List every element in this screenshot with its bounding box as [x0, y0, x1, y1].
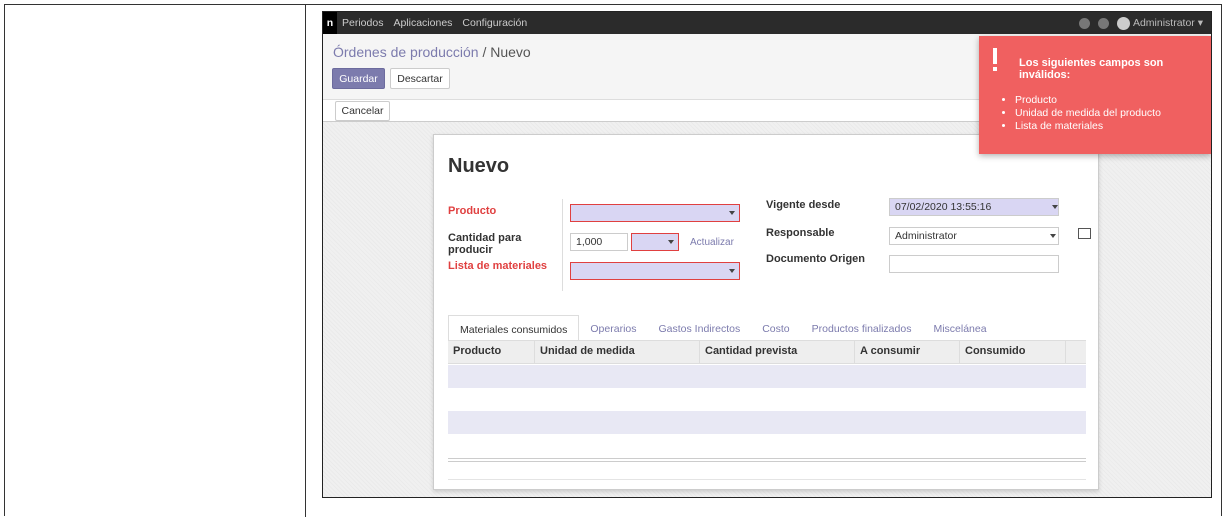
list-item: Lista de materiales [1015, 120, 1161, 133]
menu-configuracion[interactable]: Configuración [457, 17, 532, 29]
at-icon[interactable] [1078, 17, 1090, 29]
breadcrumb: Órdenes de producción / Nuevo [333, 44, 531, 60]
column-header[interactable]: Unidad de medida [535, 341, 700, 363]
invalid-fields-list: Producto Unidad de medida del producto L… [1003, 94, 1161, 133]
quantity-label: Cantidad para producir [448, 232, 522, 256]
cancel-button[interactable]: Cancelar [335, 101, 390, 121]
breadcrumb-separator: / [482, 44, 487, 60]
avatar[interactable] [1116, 16, 1130, 30]
chat-icon[interactable] [1097, 17, 1109, 29]
product-select[interactable] [570, 204, 740, 222]
validation-error-notification[interactable]: Los siguientes campos son inválidos: Pro… [979, 36, 1211, 154]
notebook-tabs: Materiales consumidos Operarios Gastos I… [448, 315, 998, 341]
quantity-input[interactable]: 1,000 [570, 233, 628, 251]
table-header: Producto Unidad de medida Cantidad previ… [448, 341, 1086, 364]
chevron-down-icon [729, 211, 735, 215]
responsible-field[interactable]: Administrator [889, 227, 1059, 245]
valid-from-field[interactable]: 07/02/2020 13:55:16 [889, 198, 1059, 216]
column-divider [562, 199, 563, 291]
odoo-window: n Periodos Aplicaciones Configuración Ad… [322, 11, 1212, 498]
tab-miscelanea[interactable]: Miscelánea [922, 315, 997, 341]
column-header-empty [1066, 341, 1086, 363]
responsible-label: Responsable [766, 227, 835, 239]
tab-gastos-indirectos[interactable]: Gastos Indirectos [648, 315, 752, 341]
exclamation-icon [993, 48, 997, 64]
chevron-down-icon [668, 240, 674, 244]
update-link[interactable]: Actualizar [690, 237, 734, 248]
origin-input[interactable] [889, 255, 1059, 273]
breadcrumb-parent[interactable]: Órdenes de producción [333, 44, 479, 60]
column-header[interactable]: Consumido [960, 341, 1066, 363]
column-header[interactable]: Cantidad prevista [700, 341, 855, 363]
list-item: Producto [1015, 94, 1161, 107]
tab-operarios[interactable]: Operarios [579, 315, 647, 341]
exclamation-dot [993, 67, 997, 71]
discard-button[interactable]: Descartar [390, 68, 450, 89]
column-header[interactable]: A consumir [855, 341, 960, 363]
table-column-divider [305, 5, 306, 517]
top-navbar: n Periodos Aplicaciones Configuración Ad… [323, 12, 1211, 34]
bom-label: Lista de materiales [448, 260, 548, 272]
column-header[interactable]: Producto [448, 341, 535, 363]
breadcrumb-current: Nuevo [490, 44, 531, 60]
chevron-down-icon [1050, 234, 1056, 238]
user-menu[interactable]: Administrator ▾ [1133, 17, 1203, 29]
save-button[interactable]: Guardar [332, 68, 385, 89]
app-logo[interactable]: n [323, 12, 337, 34]
tab-costo[interactable]: Costo [751, 315, 800, 341]
table-row [448, 411, 1086, 434]
tab-materiales-consumidos[interactable]: Materiales consumidos [448, 315, 580, 341]
table-row [448, 434, 1086, 457]
bom-select[interactable] [570, 262, 740, 280]
chevron-down-icon [1052, 205, 1058, 209]
external-link-icon[interactable] [1078, 228, 1091, 239]
list-item: Unidad de medida del producto [1015, 107, 1161, 120]
table-bottom-line [448, 479, 1086, 480]
tab-productos-finalizados[interactable]: Productos finalizados [801, 315, 923, 341]
table-footer-line [448, 461, 1086, 462]
valid-from-label: Vigente desde [766, 199, 841, 211]
menu-aplicaciones[interactable]: Aplicaciones [388, 17, 457, 29]
form-content-area: Nuevo Producto Cantidad para producir 1,… [323, 122, 1211, 497]
chevron-down-icon [729, 269, 735, 273]
table-row [448, 365, 1086, 388]
table-footer-line [448, 458, 1086, 459]
origin-label: Documento Origen [766, 253, 866, 265]
uom-select[interactable] [631, 233, 679, 251]
record-title: Nuevo [448, 155, 510, 177]
product-label: Producto [448, 205, 497, 217]
form-sheet: Nuevo Producto Cantidad para producir 1,… [433, 134, 1099, 490]
notification-title: Los siguientes campos son inválidos: [1019, 57, 1164, 81]
table-row [448, 388, 1086, 411]
menu-periodos[interactable]: Periodos [337, 17, 388, 29]
